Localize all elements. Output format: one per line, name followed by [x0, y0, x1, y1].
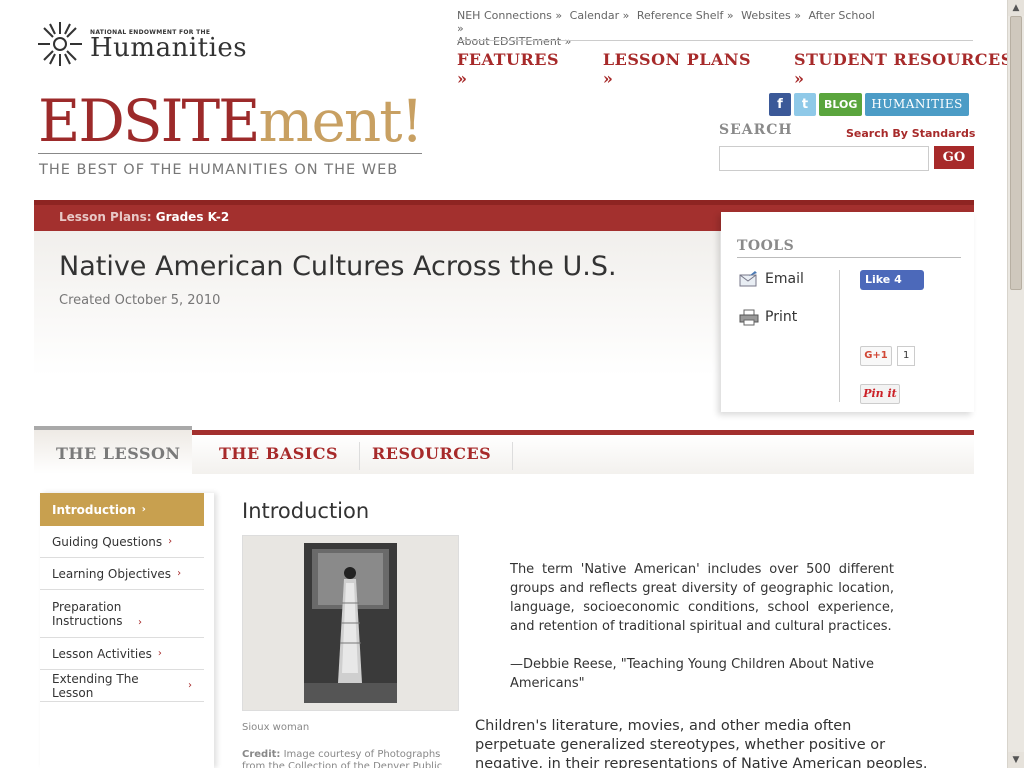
sidebar-item-label: Lesson Activities — [52, 646, 152, 661]
facebook-icon[interactable]: f — [769, 93, 791, 116]
nav-calendar[interactable]: Calendar » — [570, 9, 630, 22]
google-plus-widget: G+1 1 — [860, 346, 916, 366]
tagline: THE BEST OF THE HUMANITIES ON THE WEB — [39, 162, 399, 178]
sidebar-item-introduction[interactable]: Introduction › — [40, 493, 204, 526]
google-plus-count: 1 — [897, 346, 916, 366]
tab-the-lesson[interactable]: THE LESSON — [34, 426, 192, 474]
nav-websites[interactable]: Websites » — [741, 9, 801, 22]
tools-title: TOOLS — [737, 238, 795, 254]
chevron-right-icon: › — [157, 648, 162, 659]
chevron-right-icon: › — [188, 680, 192, 691]
breadcrumb: Lesson Plans: Grades K-2 — [59, 210, 229, 224]
neh-logo[interactable]: NATIONAL ENDOWMENT FOR THE Humanities — [36, 20, 247, 68]
utility-nav-divider — [457, 40, 973, 41]
print-label: Print — [765, 309, 798, 325]
page-scrollbar[interactable]: ▲ ▼ — [1007, 0, 1024, 768]
chevron-right-icon: › — [141, 504, 146, 515]
utility-nav: NEH Connections » Calendar » Reference S… — [457, 9, 973, 48]
sidebar-item-learning-objectives[interactable]: Learning Objectives › — [40, 558, 204, 590]
chevron-right-icon: › — [168, 536, 173, 547]
nav-neh-connections[interactable]: NEH Connections » — [457, 9, 562, 22]
tools-divider — [737, 257, 961, 258]
twitter-icon[interactable]: t — [794, 93, 816, 116]
nav-features[interactable]: FEATURES » — [457, 50, 573, 88]
figure-caption: Sioux woman — [242, 722, 310, 733]
tagline-divider — [38, 153, 422, 154]
search-input[interactable] — [719, 146, 929, 171]
nav-student-resources[interactable]: STUDENT RESOURCES » — [794, 50, 1024, 88]
print-tool[interactable]: Print — [739, 308, 797, 326]
sidebar-item-extending-the-lesson[interactable]: Extending The Lesson › — [40, 670, 204, 702]
sidebar-item-guiding-questions[interactable]: Guiding Questions › — [40, 526, 204, 558]
search-by-standards-link[interactable]: Search By Standards — [846, 127, 975, 140]
page-title: Native American Cultures Across the U.S. — [59, 251, 617, 282]
chevron-right-icon: › — [177, 568, 182, 579]
scroll-down-arrow-icon[interactable]: ▼ — [1008, 752, 1024, 768]
printer-icon — [739, 309, 759, 326]
scrollbar-thumb[interactable] — [1010, 16, 1022, 290]
tools-vertical-divider — [839, 270, 840, 402]
main-nav: FEATURES » LESSON PLANS » STUDENT RESOUR… — [457, 50, 1024, 88]
logo-big-text: Humanities — [90, 32, 248, 63]
tab-resources[interactable]: RESOURCES — [351, 442, 514, 470]
sidebar-item-label: Introduction — [52, 502, 136, 517]
section-heading: Introduction — [242, 499, 370, 523]
nav-reference-shelf[interactable]: Reference Shelf » — [637, 9, 734, 22]
sioux-woman-photo[interactable] — [304, 543, 397, 703]
scroll-up-arrow-icon[interactable]: ▲ — [1008, 0, 1024, 16]
chevron-right-icon: › — [138, 617, 142, 628]
created-date: Created October 5, 2010 — [59, 293, 221, 308]
social-links: f t BLOG HUMANITIES — [769, 93, 969, 116]
humanities-button[interactable]: HUMANITIES — [865, 93, 969, 116]
blog-button[interactable]: BLOG — [819, 93, 863, 116]
sidebar-item-label: Guiding Questions — [52, 534, 163, 549]
credit-label: Credit: — [242, 749, 281, 760]
sidebar-item-lesson-activities[interactable]: Lesson Activities › — [40, 638, 204, 670]
breadcrumb-prefix: Lesson Plans: — [59, 210, 152, 224]
page: NATIONAL ENDOWMENT FOR THE Humanities NE… — [0, 0, 1024, 768]
pinterest-button[interactable]: Pin it — [860, 384, 900, 404]
quote-source: —Debbie Reese, "Teaching Young Children … — [510, 657, 874, 691]
sidebar-item-label: Learning Objectives — [52, 566, 172, 581]
tab-the-basics[interactable]: THE BASICS — [198, 442, 361, 470]
nav-lesson-plans[interactable]: LESSON PLANS » — [603, 50, 764, 88]
sidebar-item-label: Preparation Instructions — [52, 600, 123, 628]
email-icon — [739, 271, 757, 287]
lesson-sidebar: Introduction › Guiding Questions › Learnin… — [40, 493, 214, 768]
breadcrumb-grade-link[interactable]: Grades K-2 — [156, 210, 230, 224]
neh-seal-icon — [38, 22, 82, 66]
google-plus-button[interactable]: G+1 — [860, 346, 892, 366]
sidebar-item-preparation-instructions[interactable]: Preparation Instructions › — [40, 590, 204, 638]
search-go-button[interactable]: GO — [934, 146, 974, 169]
sidebar-item-label: Extending The Lesson — [52, 671, 139, 700]
edsitement-logo[interactable]: EDSITEment! — [38, 86, 424, 156]
email-label: Email — [765, 271, 804, 287]
nav-about[interactable]: About EDSITEment » — [457, 35, 571, 48]
brand-part-1: EDSITE — [38, 87, 261, 155]
search-label: SEARCH — [719, 122, 793, 138]
intro-quote: The term 'Native American' includes over… — [510, 562, 894, 634]
intro-paragraph: Children's literature, movies, and other… — [475, 718, 928, 768]
facebook-like-button[interactable]: Like 4 — [860, 270, 924, 290]
figure-credit: Credit: Image courtesy of Photographs fr… — [242, 749, 457, 768]
email-tool[interactable]: Email — [739, 270, 804, 288]
brand-part-2: ment! — [258, 87, 424, 155]
tab-the-lesson-label: THE LESSON — [56, 444, 181, 463]
